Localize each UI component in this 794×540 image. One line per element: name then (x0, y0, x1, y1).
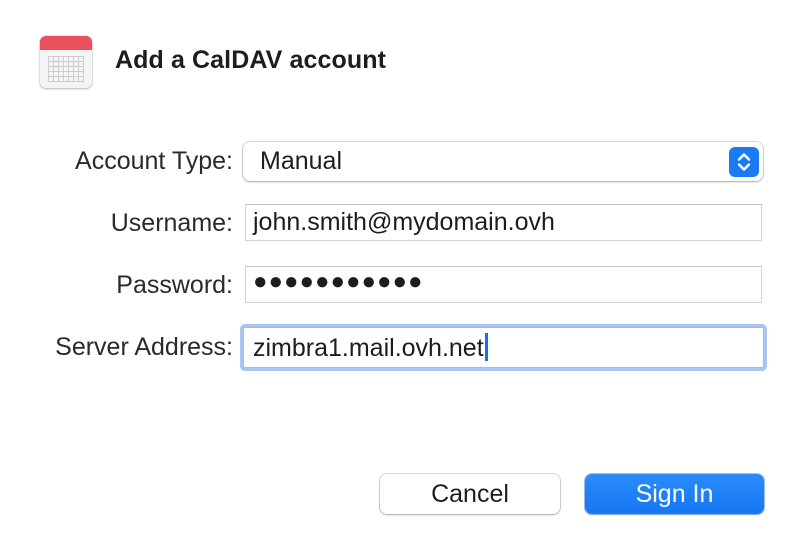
text-caret (484, 333, 488, 361)
server-address-label: Server Address: (55, 333, 233, 361)
password-label: Password: (116, 271, 233, 299)
server-address-field[interactable]: zimbra1.mail.ovh.net (243, 327, 764, 368)
sign-in-button[interactable]: Sign In (585, 474, 764, 514)
calendar-icon (40, 36, 92, 88)
server-address-text: zimbra1.mail.ovh.net (253, 333, 488, 363)
server-address-value: zimbra1.mail.ovh.net (253, 334, 484, 362)
username-field[interactable]: john.smith@mydomain.ovh (245, 204, 762, 241)
chevron-up-down-icon (729, 147, 759, 177)
account-type-label: Account Type: (75, 147, 233, 175)
calendar-icon-header (40, 36, 92, 50)
cancel-button[interactable]: Cancel (380, 474, 560, 514)
account-type-value: Manual (260, 147, 342, 175)
dialog-title: Add a CalDAV account (115, 46, 387, 74)
caldav-account-dialog: Add a CalDAV account Account Type: Manua… (0, 0, 794, 540)
username-value: john.smith@mydomain.ovh (253, 208, 555, 236)
username-label: Username: (110, 209, 233, 237)
password-masked-value: ●●●●●●●●●●● (253, 268, 424, 295)
calendar-icon-grid (48, 56, 84, 82)
account-type-popup[interactable]: Manual (243, 142, 763, 181)
password-field[interactable]: ●●●●●●●●●●● (245, 266, 762, 303)
